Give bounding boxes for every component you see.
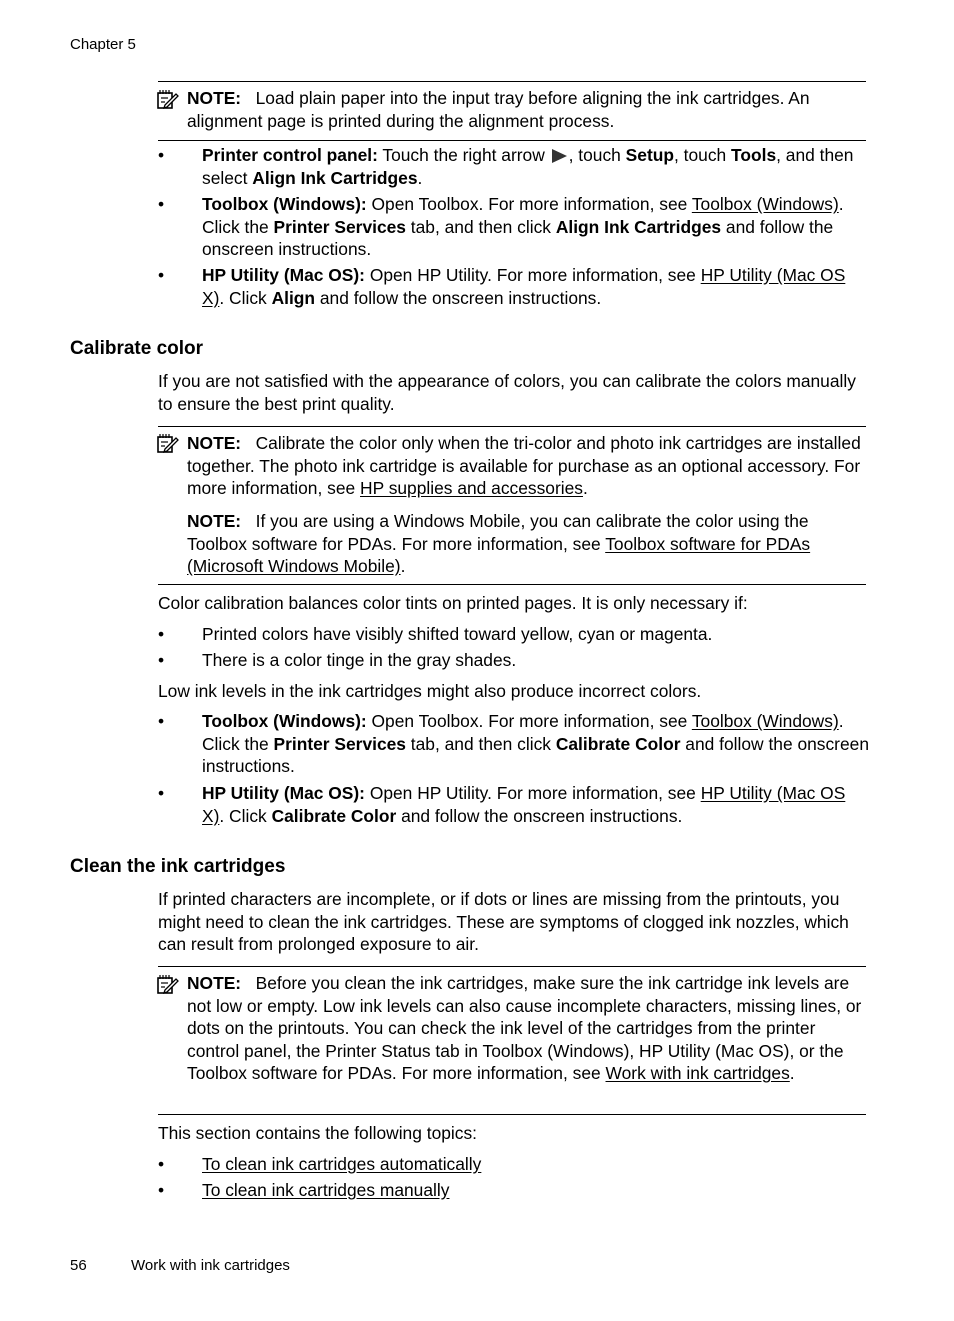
topic-item: To clean ink cartridges manually [202,1179,870,1202]
bullet: • [158,145,165,165]
note-bottom-rule [158,1114,866,1115]
bold-text: Tools [731,145,777,165]
text: tab, and then click [405,216,556,237]
calibration-balance-text: Color calibration balances color tints o… [158,593,748,613]
text: Open HP Utility. For more information, s… [364,783,701,803]
bullet: • [158,650,165,670]
link-work-with-ink-cartridges[interactable]: Work with ink cartridges [606,1063,790,1083]
note-label: NOTE: [187,88,242,108]
link-hp-supplies[interactable]: HP supplies and accessories [360,478,583,498]
bullet: • [158,711,165,731]
list-item-condition: Printed colors have visibly shifted towa… [202,624,713,644]
section-title-calibrate-color: Calibrate color [70,338,204,359]
section-title-clean-cartridges: Clean the ink cartridges [70,856,286,877]
text: and follow the onscreen instructions. [315,287,602,308]
text: , touch [673,145,732,165]
topics-intro: This section contains the following topi… [158,1123,477,1143]
list-item-toolbox-windows: Toolbox (Windows): Open Toolbox. For mor… [202,710,870,778]
link-toolbox-windows[interactable]: Toolbox (Windows) [692,711,839,731]
bold-text: Calibrate Color [271,805,397,826]
note-top-rule [158,966,866,967]
note-top-rule [158,426,866,427]
list-item-hp-utility: HP Utility (Mac OS): Open HP Utility. Fo… [202,264,870,309]
calibrate-intro: If you are not satisfied with the appear… [158,371,856,414]
note-align-paper: NOTE: Load plain paper into the input tr… [187,87,870,132]
bold-text: Setup [625,145,674,165]
topic-item: To clean ink cartridges automatically [202,1153,870,1176]
item-label: Printer control panel: [202,145,378,165]
note-calibrate: NOTE: Calibrate the color only when the … [187,432,870,500]
bullet: • [158,194,165,214]
bold-text: Align [271,287,316,308]
bullet: • [158,624,165,644]
text: , touch [568,145,626,165]
low-ink-text: Low ink levels in the ink cartridges mig… [158,681,702,701]
bullet: • [158,1154,165,1174]
page-number: 56 [70,1257,87,1274]
item-label: HP Utility (Mac OS): [202,783,365,803]
clean-intro: If printed characters are incomplete, or… [158,889,849,954]
note-top-rule [158,81,866,82]
note-windows-mobile: NOTE: If you are using a Windows Mobile,… [187,510,870,578]
text: and follow the onscreen instructions. [396,805,683,826]
link-clean-manually[interactable]: To clean ink cartridges manually [202,1180,449,1200]
text: Open Toolbox. For more information, see [366,194,692,214]
bold-text: Printer Services [273,733,406,754]
text: Open HP Utility. For more information, s… [364,265,701,285]
note-icon [157,434,179,453]
text: Open Toolbox. For more information, see [366,711,692,731]
note-label: NOTE: [187,973,242,993]
text: tab, and then click [405,733,556,754]
bold-text: Calibrate Color [555,733,681,754]
list-item-toolbox-windows: Toolbox (Windows): Open Toolbox. For mor… [202,193,870,261]
note-clean: NOTE: Before you clean the ink cartridge… [187,972,870,1085]
list-item-condition: There is a color tinge in the gray shade… [202,650,517,670]
note-label: NOTE: [187,511,242,531]
text: . [789,1063,795,1083]
note-bottom-rule [158,584,866,585]
item-label: HP Utility (Mac OS): [202,265,365,285]
text: . [417,167,423,188]
bullet: • [158,783,165,803]
bullet: • [158,265,165,285]
chapter-header: Chapter 5 [70,36,136,53]
footer-title: Work with ink cartridges [131,1257,290,1274]
text: . [583,478,588,498]
text: . Click [219,287,272,308]
list-item-hp-utility: HP Utility (Mac OS): Open HP Utility. Fo… [202,782,870,827]
bullet: • [158,1180,165,1200]
note-text: Load plain paper into the input tray bef… [187,88,810,131]
note-icon [157,90,179,109]
bold-text: Align Ink Cartridges [555,216,722,237]
bold-text: Align Ink Cartridges [252,167,418,188]
note-icon [157,975,179,994]
note-label: NOTE: [187,433,242,453]
note-bottom-rule [158,140,866,141]
text: . [400,556,406,576]
right-arrow-icon [551,149,567,163]
text: . Click [219,805,272,826]
link-toolbox-windows[interactable]: Toolbox (Windows) [692,194,839,214]
text: Touch the right arrow [377,145,550,165]
link-clean-automatically[interactable]: To clean ink cartridges automatically [202,1154,481,1174]
bold-text: Printer Services [273,216,406,237]
item-label: Toolbox (Windows): [202,194,367,214]
list-item-printer-control-panel: Printer control panel: Touch the right a… [202,144,870,189]
item-label: Toolbox (Windows): [202,711,367,731]
